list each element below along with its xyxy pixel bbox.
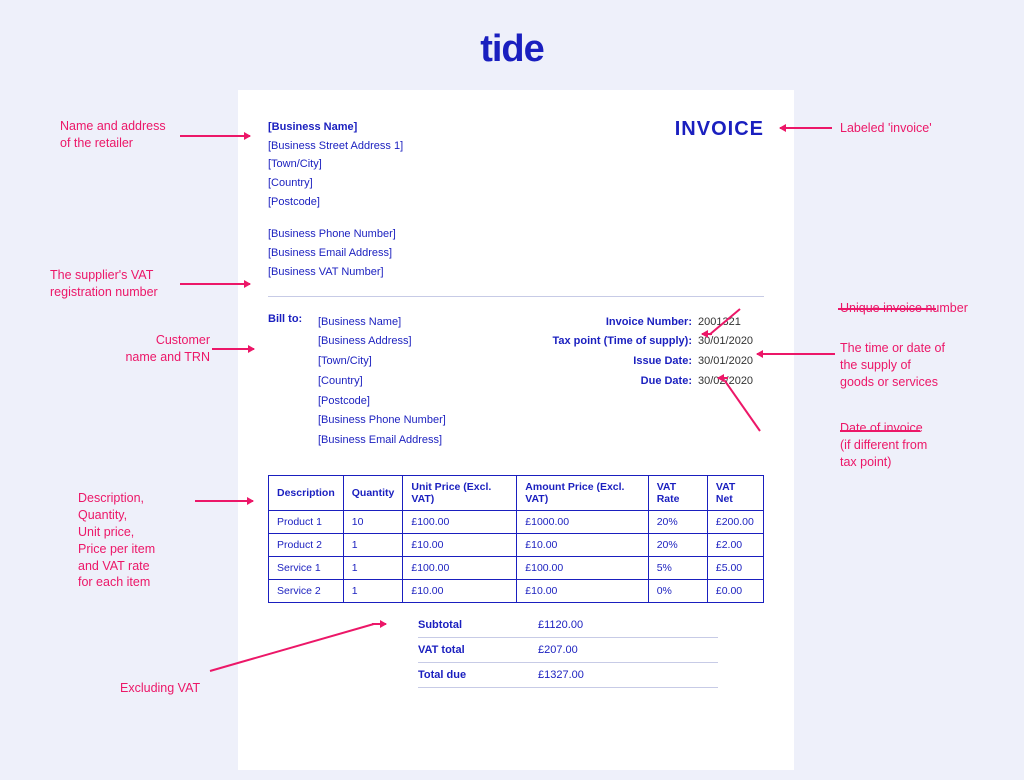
table-cell: £10.00	[403, 534, 517, 557]
anno-excl-vat: Excluding VAT	[120, 680, 200, 697]
arrow-icon	[718, 377, 728, 379]
invoice-meta: Invoice Number: 2001321 Tax point (Time …	[552, 313, 764, 452]
business-town: [Town/City]	[268, 155, 403, 174]
table-cell: £200.00	[707, 511, 763, 534]
arrow-line	[840, 430, 920, 432]
billto-country: [Country]	[318, 372, 446, 392]
billto-email: [Business Email Address]	[318, 431, 446, 451]
business-phone: [Business Phone Number]	[268, 225, 764, 244]
table-cell: £2.00	[707, 534, 763, 557]
anno-retailer: Name and addressof the retailer	[60, 118, 200, 152]
totals-block: Subtotal £1120.00 VAT total £207.00 Tota…	[418, 613, 718, 688]
billto-phone: [Business Phone Number]	[318, 411, 446, 431]
table-cell: 1	[343, 580, 403, 603]
table-cell: 20%	[648, 511, 707, 534]
invoice-sheet: [Business Name] [Business Street Address…	[238, 90, 794, 770]
anno-invoice-date: Date of invoice(if different fromtax poi…	[840, 420, 990, 471]
vat-total-label: VAT total	[418, 644, 538, 656]
table-cell: 10	[343, 511, 403, 534]
table-cell: Product 1	[269, 511, 344, 534]
billto-address: [Business Address]	[318, 332, 446, 352]
arrow-icon	[757, 353, 835, 355]
table-cell: £100.00	[403, 511, 517, 534]
due-date-label: Due Date:	[641, 372, 692, 392]
table-cell: £10.00	[517, 580, 648, 603]
col-unit-price: Unit Price (Excl. VAT)	[403, 476, 517, 511]
arrow-icon	[702, 333, 712, 335]
divider	[268, 296, 764, 297]
business-country: [Country]	[268, 174, 403, 193]
anno-supply-date: The time or date ofthe supply ofgoods or…	[840, 340, 990, 391]
arrow-icon	[212, 348, 254, 350]
business-vat-number: [Business VAT Number]	[268, 263, 764, 282]
anno-line-items: Description,Quantity,Unit price,Price pe…	[78, 490, 208, 591]
col-vat-rate: VAT Rate	[648, 476, 707, 511]
issue-date-label: Issue Date:	[633, 352, 692, 372]
business-address-block: [Business Name] [Business Street Address…	[268, 118, 403, 211]
total-due-label: Total due	[418, 669, 538, 681]
arrow-icon	[195, 500, 253, 502]
table-cell: 0%	[648, 580, 707, 603]
business-email: [Business Email Address]	[268, 244, 764, 263]
arrow-icon	[180, 283, 250, 285]
subtotal-label: Subtotal	[418, 619, 538, 631]
col-description: Description	[269, 476, 344, 511]
arrow-icon	[780, 127, 832, 129]
table-cell: £10.00	[403, 580, 517, 603]
bill-to-label: Bill to:	[268, 313, 308, 452]
arrow-icon	[372, 623, 386, 625]
table-cell: Product 2	[269, 534, 344, 557]
business-contact-block: [Business Phone Number] [Business Email …	[268, 225, 764, 281]
brand-logo: tide	[480, 28, 544, 71]
table-cell: 1	[343, 534, 403, 557]
table-row: Product 110£100.00£1000.0020%£200.00	[269, 511, 764, 534]
col-amount: Amount Price (Excl. VAT)	[517, 476, 648, 511]
invoice-number-label: Invoice Number:	[606, 313, 692, 333]
subtotal-value: £1120.00	[538, 619, 583, 631]
table-cell: £10.00	[517, 534, 648, 557]
anno-labeled-invoice: Labeled 'invoice'	[840, 120, 932, 137]
business-address1: [Business Street Address 1]	[268, 137, 403, 156]
business-name: [Business Name]	[268, 118, 403, 137]
table-cell: Service 2	[269, 580, 344, 603]
line-items-table: Description Quantity Unit Price (Excl. V…	[268, 475, 764, 603]
table-cell: £5.00	[707, 557, 763, 580]
table-cell: 20%	[648, 534, 707, 557]
table-cell: 1	[343, 557, 403, 580]
billto-name: [Business Name]	[318, 313, 446, 333]
table-cell: Service 1	[269, 557, 344, 580]
table-row: Service 21£10.00£10.000%£0.00	[269, 580, 764, 603]
table-row: Service 11£100.00£100.005%£5.00	[269, 557, 764, 580]
invoice-title: INVOICE	[675, 118, 764, 211]
total-due-value: £1327.00	[538, 669, 584, 681]
business-postcode: [Postcode]	[268, 193, 403, 212]
col-quantity: Quantity	[343, 476, 403, 511]
table-cell: £100.00	[517, 557, 648, 580]
arrow-line	[838, 308, 936, 310]
issue-date-value: 30/01/2020	[698, 352, 764, 372]
billto-town: [Town/City]	[318, 352, 446, 372]
tax-point-label: Tax point (Time of supply):	[552, 332, 692, 352]
anno-customer: Customername and TRN	[80, 332, 210, 366]
arrow-icon	[180, 135, 250, 137]
table-cell: £0.00	[707, 580, 763, 603]
table-row: Product 21£10.00£10.0020%£2.00	[269, 534, 764, 557]
table-cell: £1000.00	[517, 511, 648, 534]
bill-to-block: Bill to: [Business Name] [Business Addre…	[268, 313, 446, 452]
table-cell: 5%	[648, 557, 707, 580]
col-vat-net: VAT Net	[707, 476, 763, 511]
vat-total-value: £207.00	[538, 644, 578, 656]
table-cell: £100.00	[403, 557, 517, 580]
billto-postcode: [Postcode]	[318, 392, 446, 412]
